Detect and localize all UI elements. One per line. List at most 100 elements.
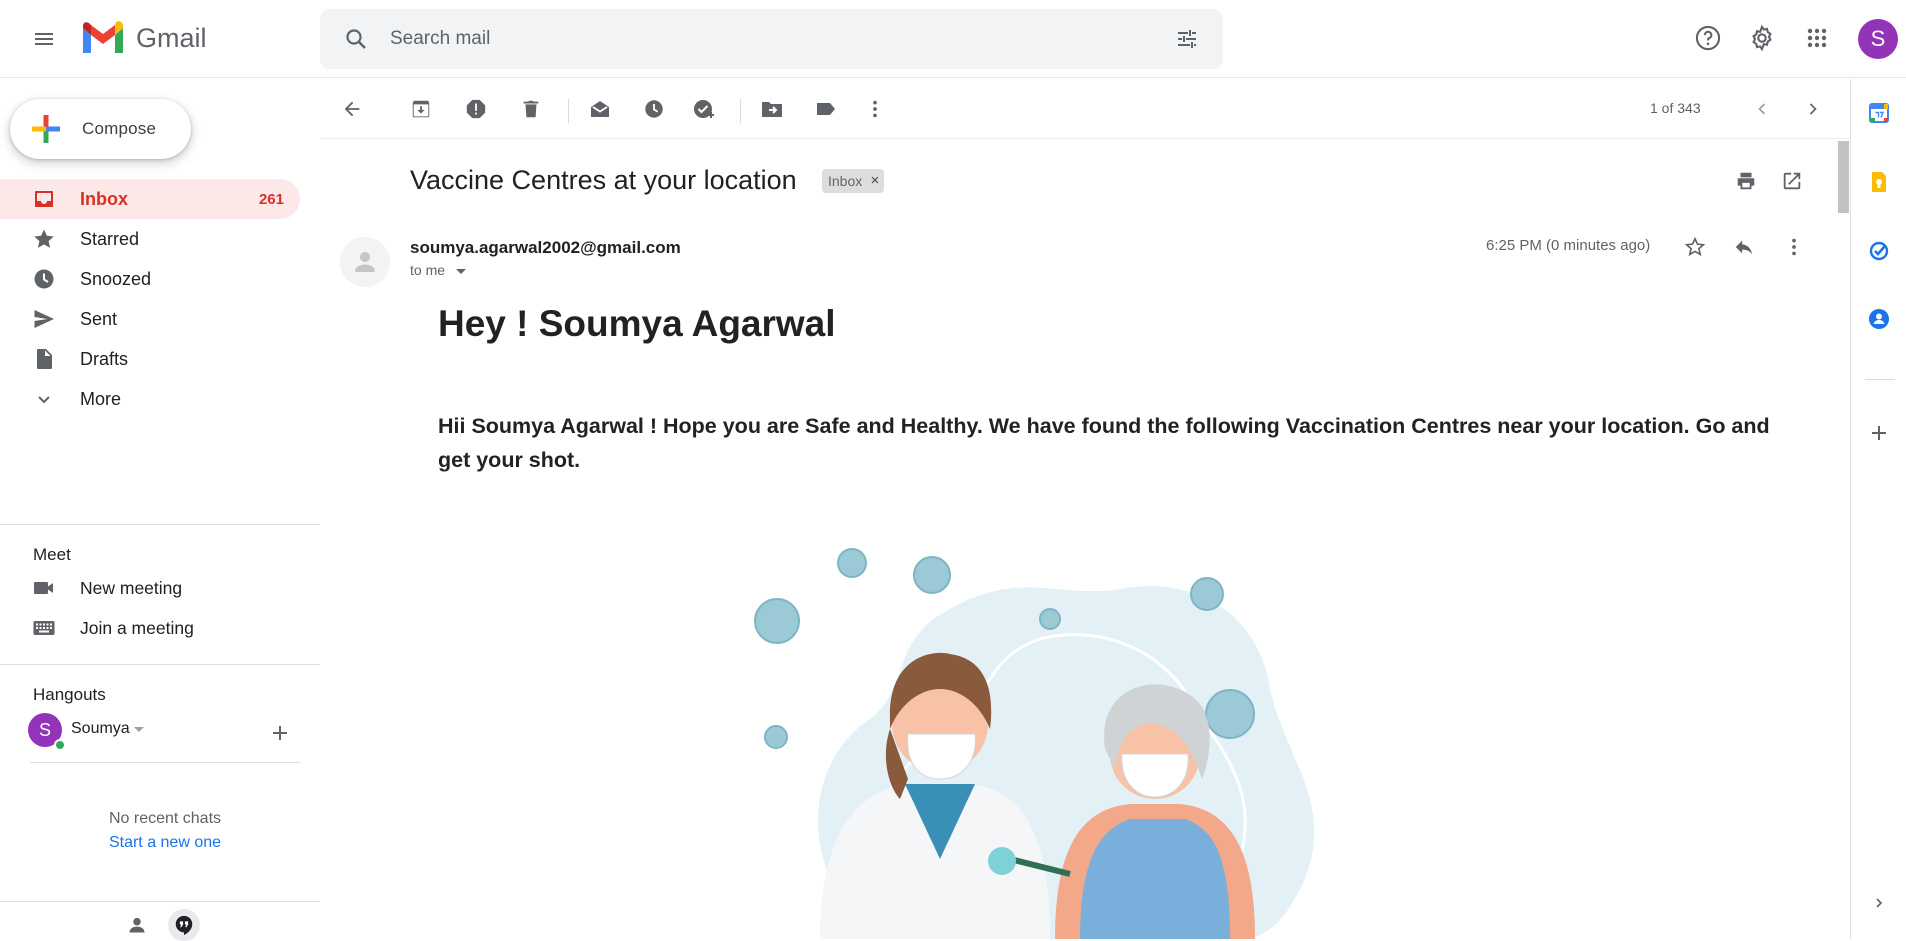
new-meeting-label: New meeting bbox=[80, 578, 183, 598]
chevron-right-icon bbox=[1809, 103, 1817, 115]
sidebar-item-sent[interactable]: Sent bbox=[0, 299, 300, 339]
show-side-panel-button[interactable] bbox=[1865, 889, 1893, 917]
apps-grid-icon bbox=[1807, 28, 1827, 48]
tune-icon bbox=[1178, 30, 1196, 48]
star-outline-icon bbox=[1684, 236, 1706, 257]
main-menu-button[interactable] bbox=[20, 15, 68, 63]
chevron-down-icon bbox=[38, 396, 50, 404]
star-button[interactable] bbox=[1677, 229, 1713, 265]
recipient-details[interactable]: to me bbox=[410, 262, 445, 278]
help-icon bbox=[1695, 25, 1721, 51]
new-conversation-button[interactable] bbox=[266, 719, 294, 747]
more-actions-button[interactable] bbox=[857, 91, 893, 127]
gmail-logo[interactable]: Gmail bbox=[80, 20, 207, 56]
arrow-left-icon bbox=[344, 101, 360, 117]
draft-icon bbox=[37, 349, 52, 369]
email-subject: Vaccine Centres at your location bbox=[410, 165, 797, 195]
hangouts-button[interactable] bbox=[168, 909, 200, 941]
gear-icon bbox=[1752, 24, 1772, 52]
back-button[interactable] bbox=[334, 91, 370, 127]
message-scrollbar[interactable] bbox=[1835, 139, 1850, 939]
google-apps-button[interactable] bbox=[1797, 18, 1837, 58]
inbox-unread-count: 261 bbox=[258, 190, 284, 208]
snooze-button[interactable] bbox=[636, 91, 672, 127]
message-more-button[interactable] bbox=[1776, 229, 1812, 265]
print-all-button[interactable] bbox=[1728, 163, 1764, 199]
compose-plus-icon bbox=[32, 115, 60, 143]
new-meeting-button[interactable]: New meeting bbox=[0, 570, 320, 606]
move-to-button[interactable] bbox=[754, 91, 790, 127]
videocam-icon bbox=[34, 582, 53, 594]
join-meeting-button[interactable]: Join a meeting bbox=[0, 610, 320, 646]
sender-avatar[interactable] bbox=[340, 237, 390, 287]
search-bar bbox=[320, 9, 1223, 69]
calendar-app-button[interactable] bbox=[1863, 97, 1895, 129]
sidebar-item-label: Snoozed bbox=[80, 268, 152, 289]
reply-button[interactable] bbox=[1726, 229, 1762, 265]
hamburger-icon bbox=[35, 33, 53, 45]
section-divider bbox=[0, 664, 320, 665]
caret-down-icon[interactable] bbox=[456, 269, 466, 274]
section-divider bbox=[0, 524, 320, 525]
message-toolbar: 1 of 343 bbox=[320, 79, 1850, 139]
tasks-app-button[interactable] bbox=[1863, 235, 1895, 267]
hangouts-user-name[interactable]: Soumya bbox=[71, 720, 130, 738]
sender-email[interactable]: soumya.agarwal2002@gmail.com bbox=[410, 238, 681, 258]
compose-button[interactable]: Compose bbox=[10, 99, 191, 159]
sidebar-item-inbox[interactable]: Inbox 261 bbox=[0, 179, 300, 219]
add-task-icon bbox=[694, 100, 714, 118]
sidebar: Compose Inbox 261 Starred Snoozed Sent D… bbox=[0, 79, 320, 941]
start-new-chat-link[interactable]: Start a new one bbox=[0, 834, 330, 852]
inbox-label-chip[interactable]: Inbox × bbox=[822, 169, 885, 193]
labels-button[interactable] bbox=[808, 91, 844, 127]
remove-label-button[interactable]: × bbox=[870, 169, 879, 193]
label-chip-text: Inbox bbox=[828, 173, 863, 189]
archive-button[interactable] bbox=[403, 91, 439, 127]
search-input[interactable] bbox=[390, 9, 1130, 69]
newer-button[interactable] bbox=[1744, 91, 1780, 127]
scrollbar-thumb[interactable] bbox=[1838, 141, 1849, 213]
message-view: 1 of 343 Vaccine Centres at your locatio… bbox=[320, 79, 1850, 939]
plus-icon bbox=[1872, 426, 1886, 440]
sidebar-footer bbox=[0, 901, 320, 941]
contacts-app-button[interactable] bbox=[1863, 303, 1895, 335]
account-avatar[interactable]: S bbox=[1858, 19, 1898, 59]
support-button[interactable] bbox=[1688, 18, 1728, 58]
star-icon bbox=[34, 229, 54, 248]
plus-icon bbox=[273, 726, 287, 740]
more-vert-icon bbox=[873, 100, 877, 118]
open-new-window-button[interactable] bbox=[1774, 163, 1810, 199]
get-addons-button[interactable] bbox=[1863, 417, 1895, 449]
sidebar-item-starred[interactable]: Starred bbox=[0, 219, 300, 259]
older-button[interactable] bbox=[1795, 91, 1831, 127]
side-panel-rail bbox=[1850, 79, 1906, 939]
keep-icon bbox=[1872, 172, 1886, 192]
sidebar-item-drafts[interactable]: Drafts bbox=[0, 339, 300, 379]
label-icon bbox=[817, 103, 835, 115]
sidebar-item-more[interactable]: More bbox=[0, 379, 300, 419]
open-in-new-icon bbox=[1783, 172, 1801, 190]
sidebar-item-snoozed[interactable]: Snoozed bbox=[0, 259, 300, 299]
sidebar-item-label: Drafts bbox=[80, 348, 129, 369]
person-icon bbox=[355, 252, 375, 272]
report-icon bbox=[466, 99, 486, 119]
sidebar-item-label: Inbox bbox=[80, 188, 128, 209]
add-to-tasks-button[interactable] bbox=[686, 91, 722, 127]
report-spam-button[interactable] bbox=[458, 91, 494, 127]
contacts-button[interactable] bbox=[124, 912, 150, 938]
clock-icon bbox=[34, 269, 54, 289]
search-options-button[interactable] bbox=[1169, 21, 1205, 57]
caret-down-icon[interactable] bbox=[134, 727, 144, 732]
toolbar-separator bbox=[568, 99, 569, 123]
mark-unread-button[interactable] bbox=[582, 91, 618, 127]
trash-icon bbox=[523, 100, 539, 118]
send-icon bbox=[34, 310, 54, 328]
toolbar-separator bbox=[740, 99, 741, 123]
settings-button[interactable] bbox=[1742, 18, 1782, 58]
search-button[interactable] bbox=[340, 23, 372, 55]
vaccination-illustration bbox=[754, 548, 1315, 939]
delete-button[interactable] bbox=[513, 91, 549, 127]
print-icon bbox=[1737, 172, 1755, 190]
pagination-text: 1 of 343 bbox=[1650, 100, 1701, 116]
keep-app-button[interactable] bbox=[1863, 166, 1895, 198]
